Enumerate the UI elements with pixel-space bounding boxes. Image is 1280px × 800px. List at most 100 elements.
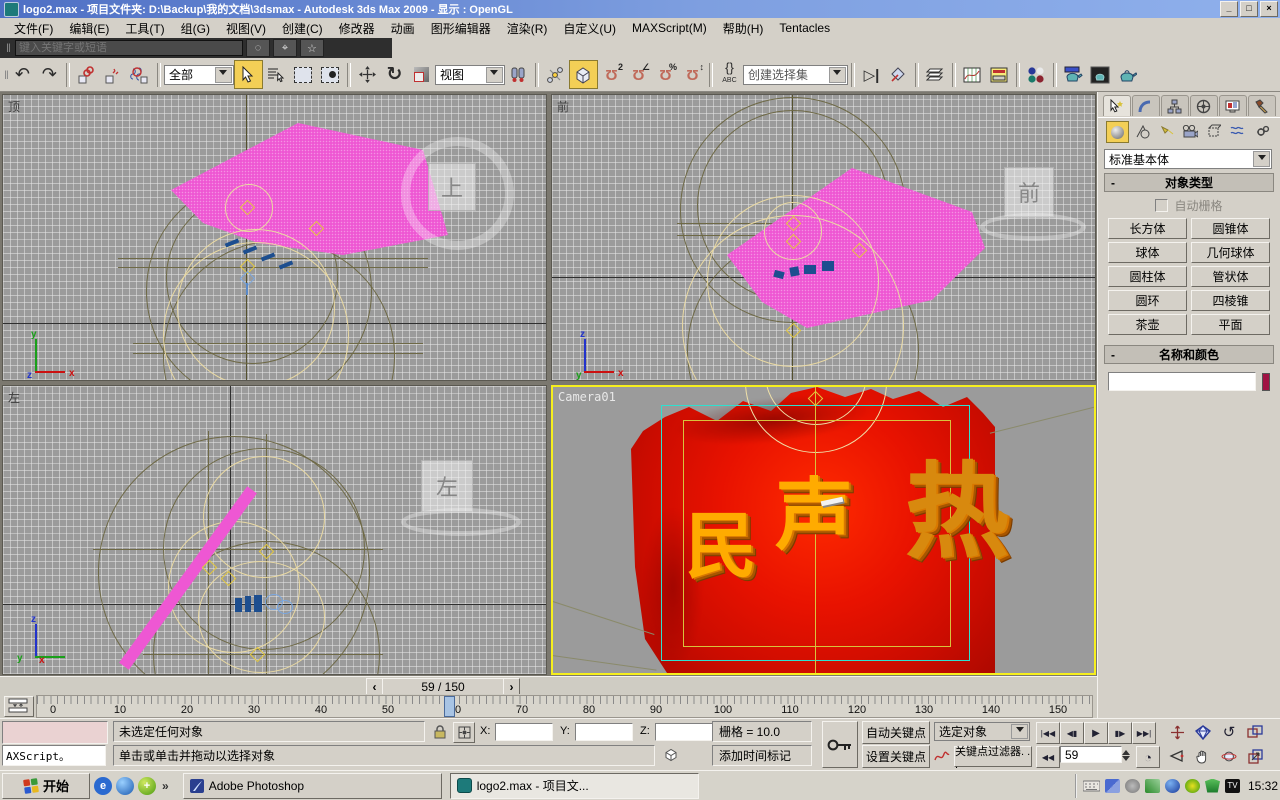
- updates-tray-icon[interactable]: [1145, 779, 1160, 793]
- category-cameras[interactable]: [1180, 121, 1201, 141]
- current-frame-marker[interactable]: [444, 696, 455, 717]
- viewport-front[interactable]: 前 前 z x y: [551, 94, 1096, 381]
- menu-maxscript[interactable]: MAXScript(M): [624, 19, 715, 37]
- category-helpers[interactable]: [1204, 121, 1225, 141]
- rollout-object-type[interactable]: - 对象类型: [1104, 173, 1274, 192]
- schematic-view-button[interactable]: [986, 61, 1013, 88]
- button-cylinder[interactable]: 圆柱体: [1108, 266, 1187, 287]
- restore-button[interactable]: □: [1240, 1, 1258, 17]
- absolute-mode-transform-toggle[interactable]: [453, 722, 475, 743]
- previous-frame-button[interactable]: ◀▮: [1060, 722, 1084, 744]
- selection-filter-dropdown[interactable]: 全部: [164, 65, 234, 85]
- menu-tools[interactable]: 工具(T): [117, 18, 172, 39]
- menu-modifiers[interactable]: 修改器: [331, 18, 383, 39]
- menu-tentacles[interactable]: Tentacles: [771, 19, 838, 37]
- button-tube[interactable]: 管状体: [1191, 266, 1270, 287]
- category-lights[interactable]: [1156, 121, 1177, 141]
- viewport-top[interactable]: 顶 上 y x z: [2, 94, 547, 381]
- search-button[interactable]: ◌: [246, 39, 270, 57]
- button-plane[interactable]: 平面: [1191, 314, 1270, 335]
- time-configuration-button[interactable]: ◔: [1136, 746, 1160, 768]
- bind-to-space-warp-button[interactable]: [127, 61, 154, 88]
- rollout-name-color[interactable]: - 名称和颜色: [1104, 345, 1274, 364]
- category-systems[interactable]: [1252, 121, 1273, 141]
- tab-hierarchy[interactable]: [1161, 95, 1189, 116]
- angle-snap-button[interactable]: Ω∠: [625, 61, 652, 88]
- current-frame-field[interactable]: 59: [1060, 746, 1122, 763]
- minimize-button[interactable]: _: [1220, 1, 1238, 17]
- category-space-warps[interactable]: [1228, 121, 1249, 141]
- menu-animation[interactable]: 动画: [383, 18, 423, 39]
- z-coordinate-field[interactable]: [655, 723, 713, 741]
- menu-edit[interactable]: 编辑(E): [61, 18, 117, 39]
- time-slider-next-button[interactable]: ›: [503, 678, 520, 695]
- select-and-scale-button[interactable]: [408, 61, 435, 88]
- snaps-toggle-button[interactable]: [569, 60, 598, 89]
- use-pivot-center-button[interactable]: [505, 61, 532, 88]
- unlink-selection-button[interactable]: [100, 61, 127, 88]
- play-button[interactable]: ▶: [1084, 722, 1108, 744]
- zoom-extents-all-button[interactable]: [1244, 722, 1266, 742]
- curve-editor-button[interactable]: [959, 61, 986, 88]
- key-mode-dropdown[interactable]: 选定对象: [934, 722, 1030, 741]
- menu-file[interactable]: 文件(F): [6, 18, 61, 39]
- quicklaunch-360-icon[interactable]: +: [138, 777, 156, 795]
- quick-render-button[interactable]: [1114, 61, 1141, 88]
- close-button[interactable]: ×: [1260, 1, 1278, 17]
- reference-coordinate-dropdown[interactable]: 视图: [435, 65, 505, 85]
- material-editor-button[interactable]: [1023, 61, 1050, 88]
- viewcube-face[interactable]: 前: [1004, 167, 1054, 217]
- next-frame-button[interactable]: ▮▶: [1108, 722, 1132, 744]
- maxscript-mini-listener[interactable]: AXScript。: [2, 745, 106, 766]
- frame-spinner[interactable]: [1122, 746, 1132, 763]
- keyboard-tray-icon[interactable]: [1083, 780, 1100, 792]
- viewport-camera[interactable]: Camera01 民 声 热: [551, 385, 1096, 675]
- open-mini-curve-editor-button[interactable]: [4, 696, 34, 717]
- viewcube-ring[interactable]: [401, 508, 521, 536]
- button-teapot[interactable]: 茶壶: [1108, 314, 1187, 335]
- button-pyramid[interactable]: 四棱锥: [1191, 290, 1270, 311]
- viewport-front-label[interactable]: 前: [557, 98, 569, 115]
- spinner-snap-button[interactable]: Ω↕: [679, 61, 706, 88]
- autogrid-checkbox[interactable]: [1155, 199, 1168, 212]
- network-tray-icon[interactable]: [1105, 779, 1120, 793]
- window-crossing-toggle-button[interactable]: [317, 61, 344, 88]
- key-filters-button[interactable]: 关键点过滤器. . .: [954, 746, 1032, 767]
- viewport-left-label[interactable]: 左: [8, 389, 20, 406]
- viewport-left[interactable]: 左 左 z y x: [2, 385, 547, 675]
- mirror-button[interactable]: ▷|: [858, 61, 885, 88]
- menu-group[interactable]: 组(G): [173, 18, 218, 39]
- layer-manager-button[interactable]: [922, 61, 949, 88]
- y-coordinate-field[interactable]: [575, 723, 633, 741]
- rendered-frame-window-button[interactable]: [1087, 61, 1114, 88]
- viewcube-face[interactable]: 左: [421, 460, 473, 512]
- set-keys-button[interactable]: [822, 721, 858, 768]
- object-color-swatch[interactable]: [1262, 373, 1270, 391]
- percent-snap-button[interactable]: Ω%: [652, 61, 679, 88]
- menu-graph-editors[interactable]: 图形编辑器: [423, 18, 499, 39]
- button-box[interactable]: 长方体: [1108, 218, 1187, 239]
- rectangular-selection-region-button[interactable]: [290, 61, 317, 88]
- favorites-button[interactable]: ☆: [300, 39, 324, 57]
- viewcube-face[interactable]: 上: [428, 163, 476, 211]
- button-sphere[interactable]: 球体: [1108, 242, 1187, 263]
- selection-lock-toggle[interactable]: [431, 722, 449, 741]
- start-button[interactable]: 开始: [2, 773, 90, 799]
- quicklaunch-qq-icon[interactable]: [116, 777, 134, 795]
- maxscript-mini-listener-pink[interactable]: [2, 721, 108, 744]
- search-input[interactable]: [15, 40, 243, 56]
- menu-create[interactable]: 创建(C): [274, 18, 331, 39]
- select-and-move-button[interactable]: [354, 61, 381, 88]
- category-shapes[interactable]: [1132, 121, 1153, 141]
- time-slider-thumb[interactable]: 59 / 150: [382, 678, 504, 695]
- undo-button[interactable]: ↶: [9, 61, 36, 88]
- quicklaunch-overflow-chevron[interactable]: »: [162, 779, 169, 793]
- antivirus-360-tray-icon[interactable]: [1185, 779, 1200, 793]
- button-torus[interactable]: 圆环: [1108, 290, 1187, 311]
- menu-views[interactable]: 视图(V): [218, 18, 274, 39]
- tab-display[interactable]: [1219, 95, 1247, 116]
- render-setup-button[interactable]: [1060, 61, 1087, 88]
- auto-key-button[interactable]: 自动关键点: [862, 721, 930, 744]
- communication-center-button[interactable]: ⌖: [273, 39, 297, 57]
- edit-named-selection-sets-button[interactable]: {}ABC: [716, 61, 743, 88]
